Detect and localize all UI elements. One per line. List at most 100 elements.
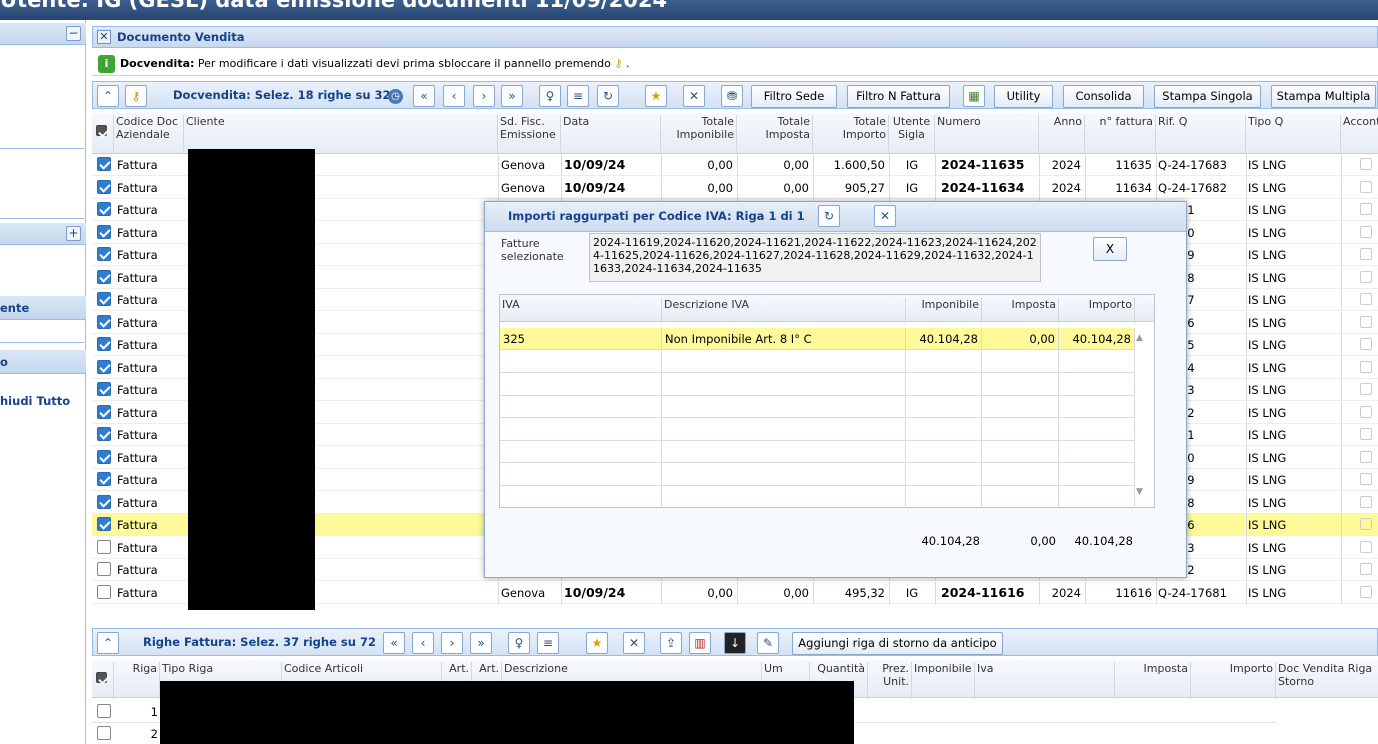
- sidebar-section[interactable]: o: [0, 350, 86, 374]
- excel-icon[interactable]: ✕: [874, 205, 896, 227]
- row-checkbox[interactable]: [97, 517, 111, 531]
- row-checkbox[interactable]: [97, 584, 111, 599]
- sidebar-section[interactable]: ente: [0, 296, 86, 320]
- acconto-checkbox[interactable]: [1360, 585, 1372, 598]
- refresh-icon[interactable]: ↻: [597, 85, 619, 107]
- row-checkbox[interactable]: [97, 292, 111, 306]
- sidebar-field[interactable]: [0, 321, 84, 343]
- prev-page-icon[interactable]: ‹: [412, 632, 434, 654]
- col-anno[interactable]: Anno: [1039, 115, 1085, 155]
- row-checkbox[interactable]: [97, 404, 111, 419]
- acconto-checkbox[interactable]: [1360, 270, 1372, 283]
- col-descrizione-iva[interactable]: Descrizione IVA: [662, 298, 906, 324]
- row-checkbox[interactable]: [97, 202, 111, 216]
- col-data[interactable]: Data: [561, 115, 661, 155]
- edit-icon[interactable]: ✎: [757, 632, 779, 654]
- key-icon[interactable]: ⚷: [125, 85, 147, 107]
- lightbulb-icon[interactable]: ♀: [539, 85, 561, 107]
- expand-button[interactable]: +: [66, 226, 81, 241]
- col-nfattura[interactable]: n° fattura: [1085, 115, 1156, 155]
- row-checkbox[interactable]: [97, 269, 111, 284]
- col-numero[interactable]: Numero: [935, 115, 1039, 155]
- acconto-checkbox[interactable]: [1360, 563, 1372, 575]
- acconto-checkbox[interactable]: [1360, 495, 1372, 508]
- scroll-down-icon[interactable]: ▼: [1136, 487, 1143, 497]
- row-checkbox[interactable]: [97, 494, 111, 509]
- acconto-checkbox[interactable]: [1360, 540, 1372, 553]
- acconto-checkbox[interactable]: [1360, 360, 1372, 373]
- col-imposta[interactable]: Totale Imposta: [737, 115, 813, 155]
- fatture-selezionate-field[interactable]: 2024-11619,2024-11620,2024-11621,2024-11…: [589, 233, 1041, 282]
- row-checkbox[interactable]: [97, 449, 111, 464]
- col-codice[interactable]: Codice Doc Aziendale: [114, 115, 184, 155]
- col-riga[interactable]: Riga: [114, 662, 160, 699]
- first-page-icon[interactable]: «: [383, 632, 405, 654]
- filter-clear-icon[interactable]: ⛃: [721, 85, 743, 107]
- calculator-icon[interactable]: ▦: [963, 85, 985, 107]
- row-checkbox[interactable]: [97, 337, 111, 351]
- close-icon[interactable]: ✕: [97, 30, 111, 44]
- row-checkbox[interactable]: [97, 157, 111, 171]
- col-doc-vendita-storno[interactable]: Doc Vendita Riga Storno: [1276, 662, 1378, 699]
- filtro-n-fattura-button[interactable]: Filtro N Fattura: [847, 85, 950, 108]
- row-checkbox[interactable]: [97, 562, 111, 576]
- next-page-icon[interactable]: ›: [473, 85, 495, 107]
- acconto-checkbox[interactable]: [1360, 225, 1372, 238]
- row-checkbox[interactable]: [97, 472, 111, 486]
- select-all-checkbox[interactable]: [92, 115, 114, 155]
- add-storno-button[interactable]: Aggiungi riga di storno da anticipo: [792, 632, 1003, 655]
- scroll-up-icon[interactable]: ▲: [1136, 333, 1143, 343]
- filtro-sede-button[interactable]: Filtro Sede: [751, 85, 837, 108]
- last-page-icon[interactable]: »: [470, 632, 492, 654]
- col-imposta[interactable]: Imposta: [1115, 662, 1191, 699]
- col-importo[interactable]: Importo: [1059, 298, 1135, 324]
- row-checkbox[interactable]: [97, 314, 111, 329]
- stampa-multipla-button[interactable]: Stampa Multipla: [1271, 85, 1376, 108]
- clock-icon[interactable]: ◷: [388, 89, 403, 104]
- acconto-checkbox[interactable]: [1360, 293, 1372, 305]
- acconto-checkbox[interactable]: [1360, 428, 1372, 440]
- row-checkbox[interactable]: [97, 382, 111, 396]
- row-checkbox[interactable]: [97, 179, 111, 194]
- list-icon[interactable]: ≡: [567, 85, 589, 107]
- excel-icon[interactable]: ✕: [623, 632, 645, 654]
- sidebar-close-all[interactable]: hiudi Tutto: [0, 394, 70, 408]
- col-iva[interactable]: Iva: [975, 662, 1115, 699]
- acconto-checkbox[interactable]: [1360, 518, 1372, 530]
- utility-button[interactable]: Utility: [994, 85, 1053, 108]
- col-rifq[interactable]: Rif. Q: [1156, 115, 1246, 155]
- acconto-checkbox[interactable]: [1360, 383, 1372, 395]
- col-utente[interactable]: Utente Sigla: [889, 115, 935, 155]
- col-imposta[interactable]: Imposta: [982, 298, 1059, 324]
- acconto-checkbox[interactable]: [1360, 248, 1372, 260]
- row-checkbox[interactable]: [97, 726, 111, 740]
- row-checkbox[interactable]: [97, 539, 111, 554]
- row-checkbox[interactable]: [97, 427, 111, 441]
- acconto-checkbox[interactable]: [1360, 180, 1372, 193]
- acconto-checkbox[interactable]: [1360, 158, 1372, 170]
- acconto-checkbox[interactable]: [1360, 315, 1372, 328]
- row-checkbox[interactable]: [97, 224, 111, 239]
- prev-page-icon[interactable]: ‹: [443, 85, 465, 107]
- lightbulb-icon[interactable]: ♀: [508, 632, 530, 654]
- select-all-checkbox[interactable]: [92, 662, 114, 699]
- row-checkbox[interactable]: [97, 704, 111, 718]
- col-importo[interactable]: Totale Importo: [813, 115, 889, 155]
- row-checkbox[interactable]: [97, 247, 111, 261]
- acconto-checkbox[interactable]: [1360, 450, 1372, 463]
- col-prezzo-unit[interactable]: Prez. Unit.: [868, 662, 912, 699]
- acconto-checkbox[interactable]: [1360, 405, 1372, 418]
- row-checkbox[interactable]: [97, 359, 111, 374]
- next-page-icon[interactable]: ›: [441, 632, 463, 654]
- col-iva[interactable]: IVA: [500, 298, 662, 324]
- table-icon[interactable]: ▥: [689, 632, 711, 654]
- acconto-checkbox[interactable]: [1360, 473, 1372, 485]
- download-icon[interactable]: ↓: [724, 632, 746, 654]
- star-icon[interactable]: ★: [645, 85, 667, 107]
- col-imponibile[interactable]: Imponibile: [912, 662, 975, 699]
- stampa-singola-button[interactable]: Stampa Singola: [1154, 85, 1261, 108]
- col-imponibile[interactable]: Imponibile: [906, 298, 982, 324]
- col-importo[interactable]: Importo: [1191, 662, 1276, 699]
- col-sede[interactable]: Sd. Fisc. Emissione: [498, 115, 561, 155]
- star-icon[interactable]: ★: [586, 632, 608, 654]
